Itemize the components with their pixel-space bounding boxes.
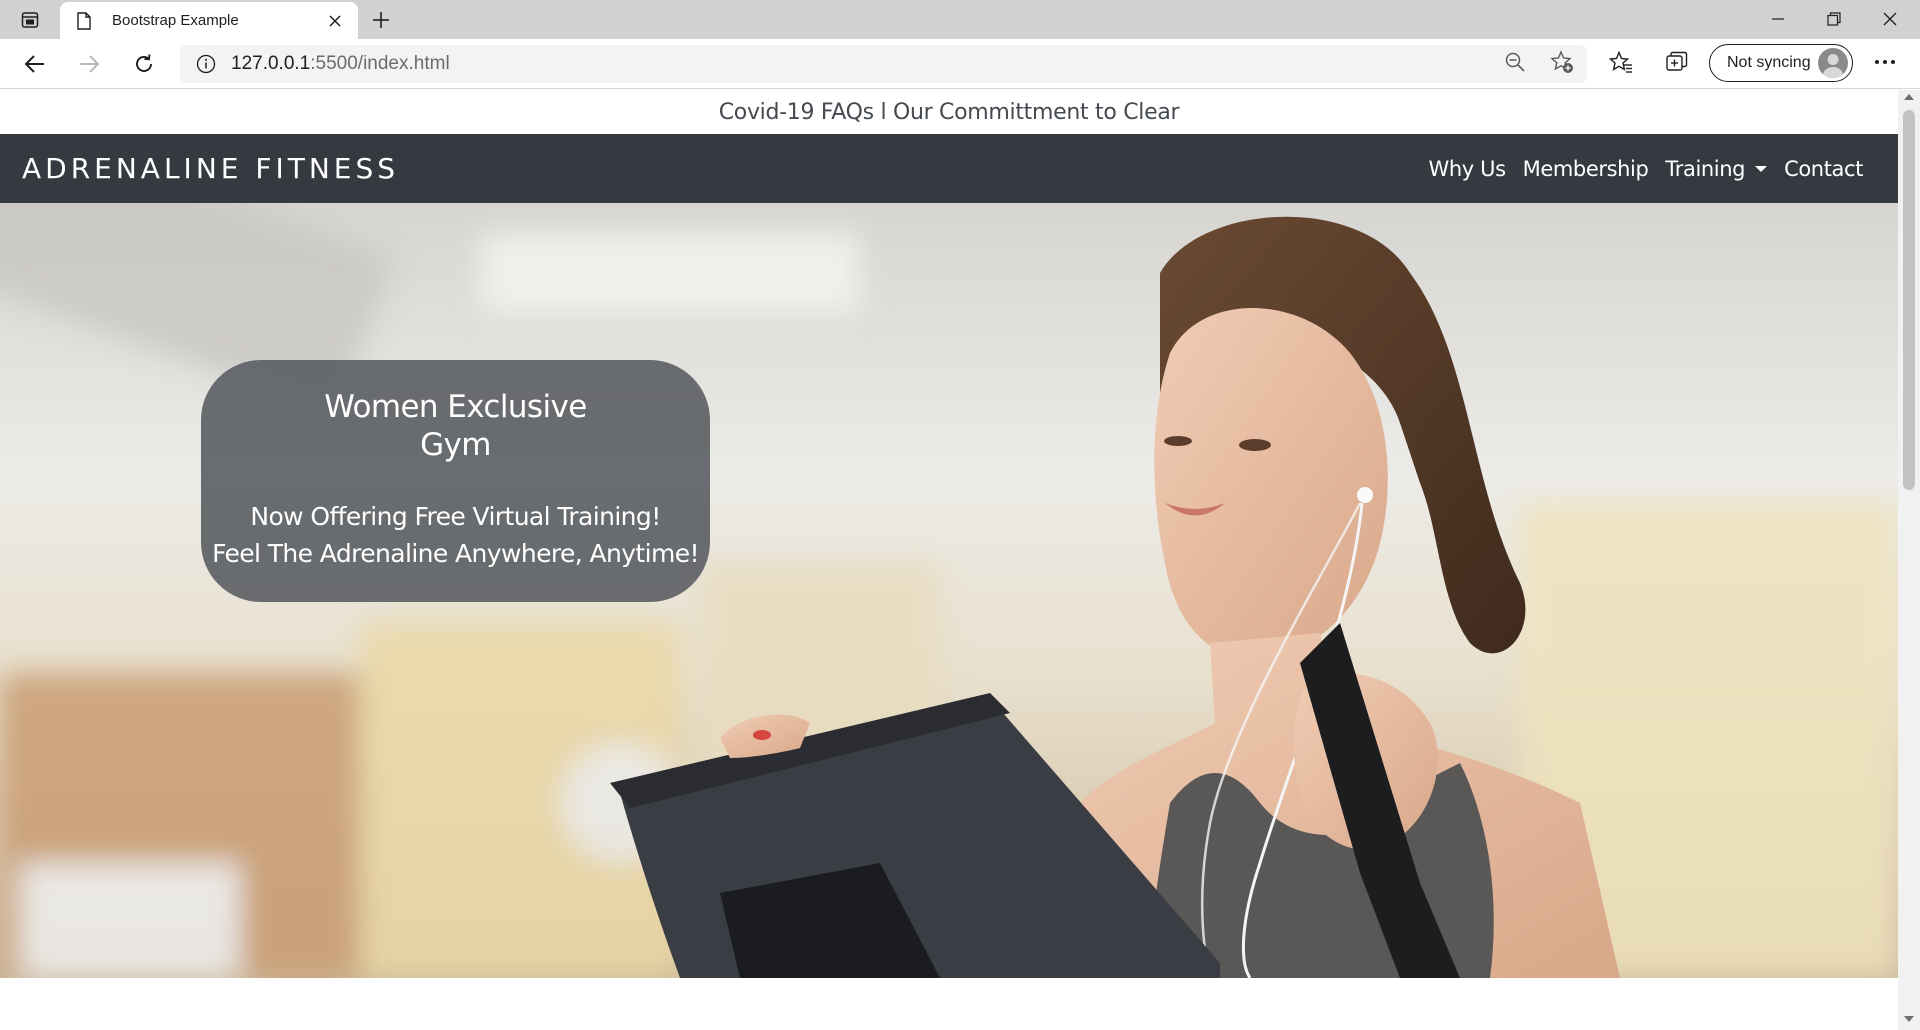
collections-button[interactable]: [1660, 45, 1694, 79]
page-scrollbar[interactable]: [1898, 90, 1920, 1030]
hero-tagline: Now Offering Free Virtual Training! Feel…: [201, 498, 710, 572]
announcement-bar[interactable]: Covid-19 FAQs l Our Committment to Clear: [0, 90, 1898, 134]
tab-title: Bootstrap Example: [112, 12, 239, 29]
browser-tab-bar: Bootstrap Example: [0, 0, 1920, 39]
hero-title-line-1: Women Exclusive: [324, 389, 587, 425]
browser-tab-active[interactable]: Bootstrap Example: [60, 2, 358, 39]
plus-icon: [373, 12, 389, 28]
hero-title-line-2: Gym: [420, 427, 491, 463]
url-host: 127.0.0.1: [231, 53, 311, 74]
star-add-icon: [1550, 50, 1573, 73]
favorites-icon: [1609, 51, 1632, 73]
minimize-icon: [1772, 18, 1784, 20]
page-icon: [74, 11, 94, 31]
collections-icon: [1666, 51, 1688, 71]
tab-actions-icon: [21, 12, 39, 28]
address-bar[interactable]: 127.0.0.1:5500/index.html: [180, 45, 1587, 83]
more-icon: [1875, 60, 1895, 64]
add-favorite-button[interactable]: [1545, 45, 1579, 79]
refresh-button[interactable]: [127, 48, 161, 80]
hero-callout-card: Women Exclusive Gym Now Offering Free Vi…: [201, 360, 710, 602]
back-arrow-icon: [24, 55, 44, 73]
refresh-icon: [136, 54, 152, 72]
url-path: :5500/index.html: [310, 53, 450, 74]
zoom-out-icon: [1505, 52, 1525, 72]
favorites-button[interactable]: [1604, 45, 1638, 79]
forward-button[interactable]: [72, 48, 106, 80]
close-icon: [329, 14, 341, 27]
restore-icon: [1827, 12, 1841, 26]
restore-button[interactable]: [1806, 0, 1862, 38]
settings-more-button[interactable]: [1868, 45, 1902, 79]
tab-actions-button[interactable]: [14, 8, 46, 32]
hero-title: Women Exclusive Gym: [201, 388, 710, 464]
forward-arrow-icon: [80, 55, 100, 73]
scrollbar-thumb[interactable]: [1903, 110, 1915, 490]
url-text: 127.0.0.1:5500/index.html: [231, 53, 450, 75]
close-window-icon: [1883, 12, 1897, 26]
back-button[interactable]: [18, 48, 52, 80]
zoom-button[interactable]: [1498, 45, 1532, 79]
minimize-button[interactable]: [1750, 0, 1806, 38]
site-info-icon[interactable]: [195, 53, 217, 75]
new-tab-button[interactable]: [366, 6, 396, 34]
nav-link-training-label: Training: [1665, 156, 1746, 181]
hero-tagline-line-1: Now Offering Free Virtual Training!: [250, 502, 661, 531]
nav-dropdown-training[interactable]: Training: [1665, 156, 1768, 181]
nav-link-why-us[interactable]: Why Us: [1429, 157, 1506, 181]
browser-toolbar: 127.0.0.1:5500/index.html Not syncing: [0, 39, 1920, 89]
sync-status-label: Not syncing: [1727, 54, 1811, 71]
announcement-text[interactable]: Covid-19 FAQs l Our Committment to Clear: [719, 100, 1180, 125]
tab-close-button[interactable]: [324, 10, 346, 32]
brand-logo[interactable]: ADRENALINE FITNESS: [22, 152, 399, 185]
nav-links: Why Us Membership Training Contact: [1412, 134, 1864, 203]
page-viewport: Covid-19 FAQs l Our Committment to Clear…: [0, 90, 1898, 1030]
site-navbar: ADRENALINE FITNESS Why Us Membership Tra…: [0, 134, 1898, 203]
caret-down-icon: [1755, 165, 1768, 172]
nav-link-membership[interactable]: Membership: [1523, 157, 1649, 181]
profile-sync-button[interactable]: Not syncing: [1709, 44, 1853, 82]
nav-link-contact[interactable]: Contact: [1784, 157, 1863, 181]
scroll-down-arrow-icon[interactable]: [1904, 1016, 1914, 1022]
avatar: [1818, 48, 1848, 78]
scroll-up-arrow-icon[interactable]: [1904, 94, 1914, 100]
close-window-button[interactable]: [1862, 0, 1918, 38]
hero-banner: Women Exclusive Gym Now Offering Free Vi…: [0, 203, 1898, 978]
hero-tagline-line-2: Feel The Adrenaline Anywhere, Anytime!: [212, 539, 699, 568]
